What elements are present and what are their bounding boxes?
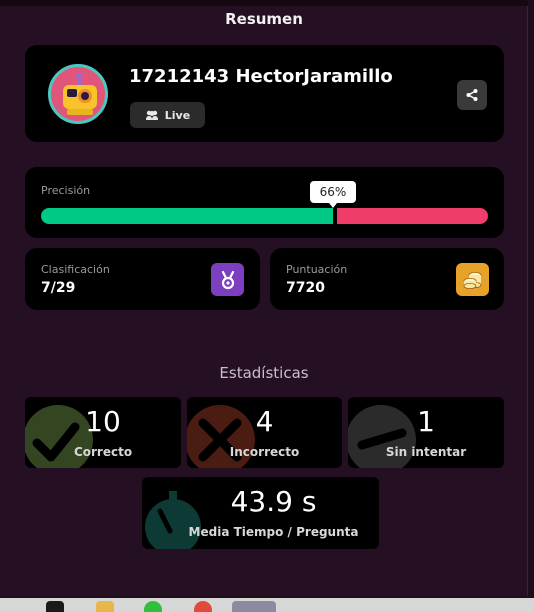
ranking-card: Clasificación 7/29 — [25, 248, 260, 310]
incorrect-count: 4 — [255, 405, 274, 438]
score-value: 7720 — [286, 280, 325, 296]
correct-count: 10 — [85, 405, 121, 438]
folder-icon[interactable] — [96, 601, 114, 612]
top-bar — [0, 0, 528, 6]
correct-stat-card: 10 Correcto — [25, 397, 181, 468]
users-icon — [145, 110, 158, 120]
correct-label: Correcto — [73, 445, 133, 459]
incorrect-label: Incorrecto — [229, 445, 300, 459]
live-label: Live — [164, 108, 191, 122]
avg-time-card: 43.9 s Media Tiempo / Pregunta — [142, 477, 379, 549]
ranking-value: 7/29 — [41, 280, 76, 296]
page-title: Resumen — [225, 10, 303, 28]
accuracy-label: Precisión — [41, 184, 91, 197]
taskbar-app-icon[interactable] — [194, 601, 212, 612]
accuracy-bar-incorrect — [337, 208, 488, 224]
avg-time-label: Media Tiempo / Pregunta — [188, 525, 359, 539]
ranking-label: Clasificación — [41, 263, 110, 276]
profile-card: 17212143 HectorJaramillo Live — [25, 45, 504, 142]
unattempted-count: 1 — [417, 405, 435, 438]
coins-icon — [456, 263, 489, 296]
medal-icon — [211, 263, 244, 296]
unattempted-label: Sin intentar — [385, 445, 467, 459]
username: 17212143 HectorJaramillo — [129, 66, 393, 87]
accuracy-card: Precisión 66% — [25, 167, 504, 238]
incorrect-stat-card: 4 Incorrecto — [187, 397, 342, 468]
taskbar-app-icon[interactable] — [144, 601, 162, 612]
accuracy-bar — [41, 208, 488, 224]
unattempted-stat-card: 1 Sin intentar — [348, 397, 504, 468]
avg-time-value: 43.9 s — [230, 485, 317, 518]
share-icon — [466, 89, 478, 101]
avatar — [48, 64, 108, 124]
taskbar — [0, 598, 534, 612]
taskbar-active-app[interactable] — [232, 601, 276, 612]
score-label: Puntuación — [286, 263, 348, 276]
taskbar-app-icon[interactable] — [46, 601, 64, 612]
accuracy-bar-correct — [41, 208, 333, 224]
share-button[interactable] — [457, 80, 487, 110]
accuracy-percent-bubble: 66% — [310, 181, 356, 208]
live-badge: Live — [130, 102, 205, 128]
avatar-robot-icon — [63, 73, 97, 115]
score-card: Puntuación 7720 — [270, 248, 504, 310]
statistics-title: Estadísticas — [219, 364, 309, 382]
